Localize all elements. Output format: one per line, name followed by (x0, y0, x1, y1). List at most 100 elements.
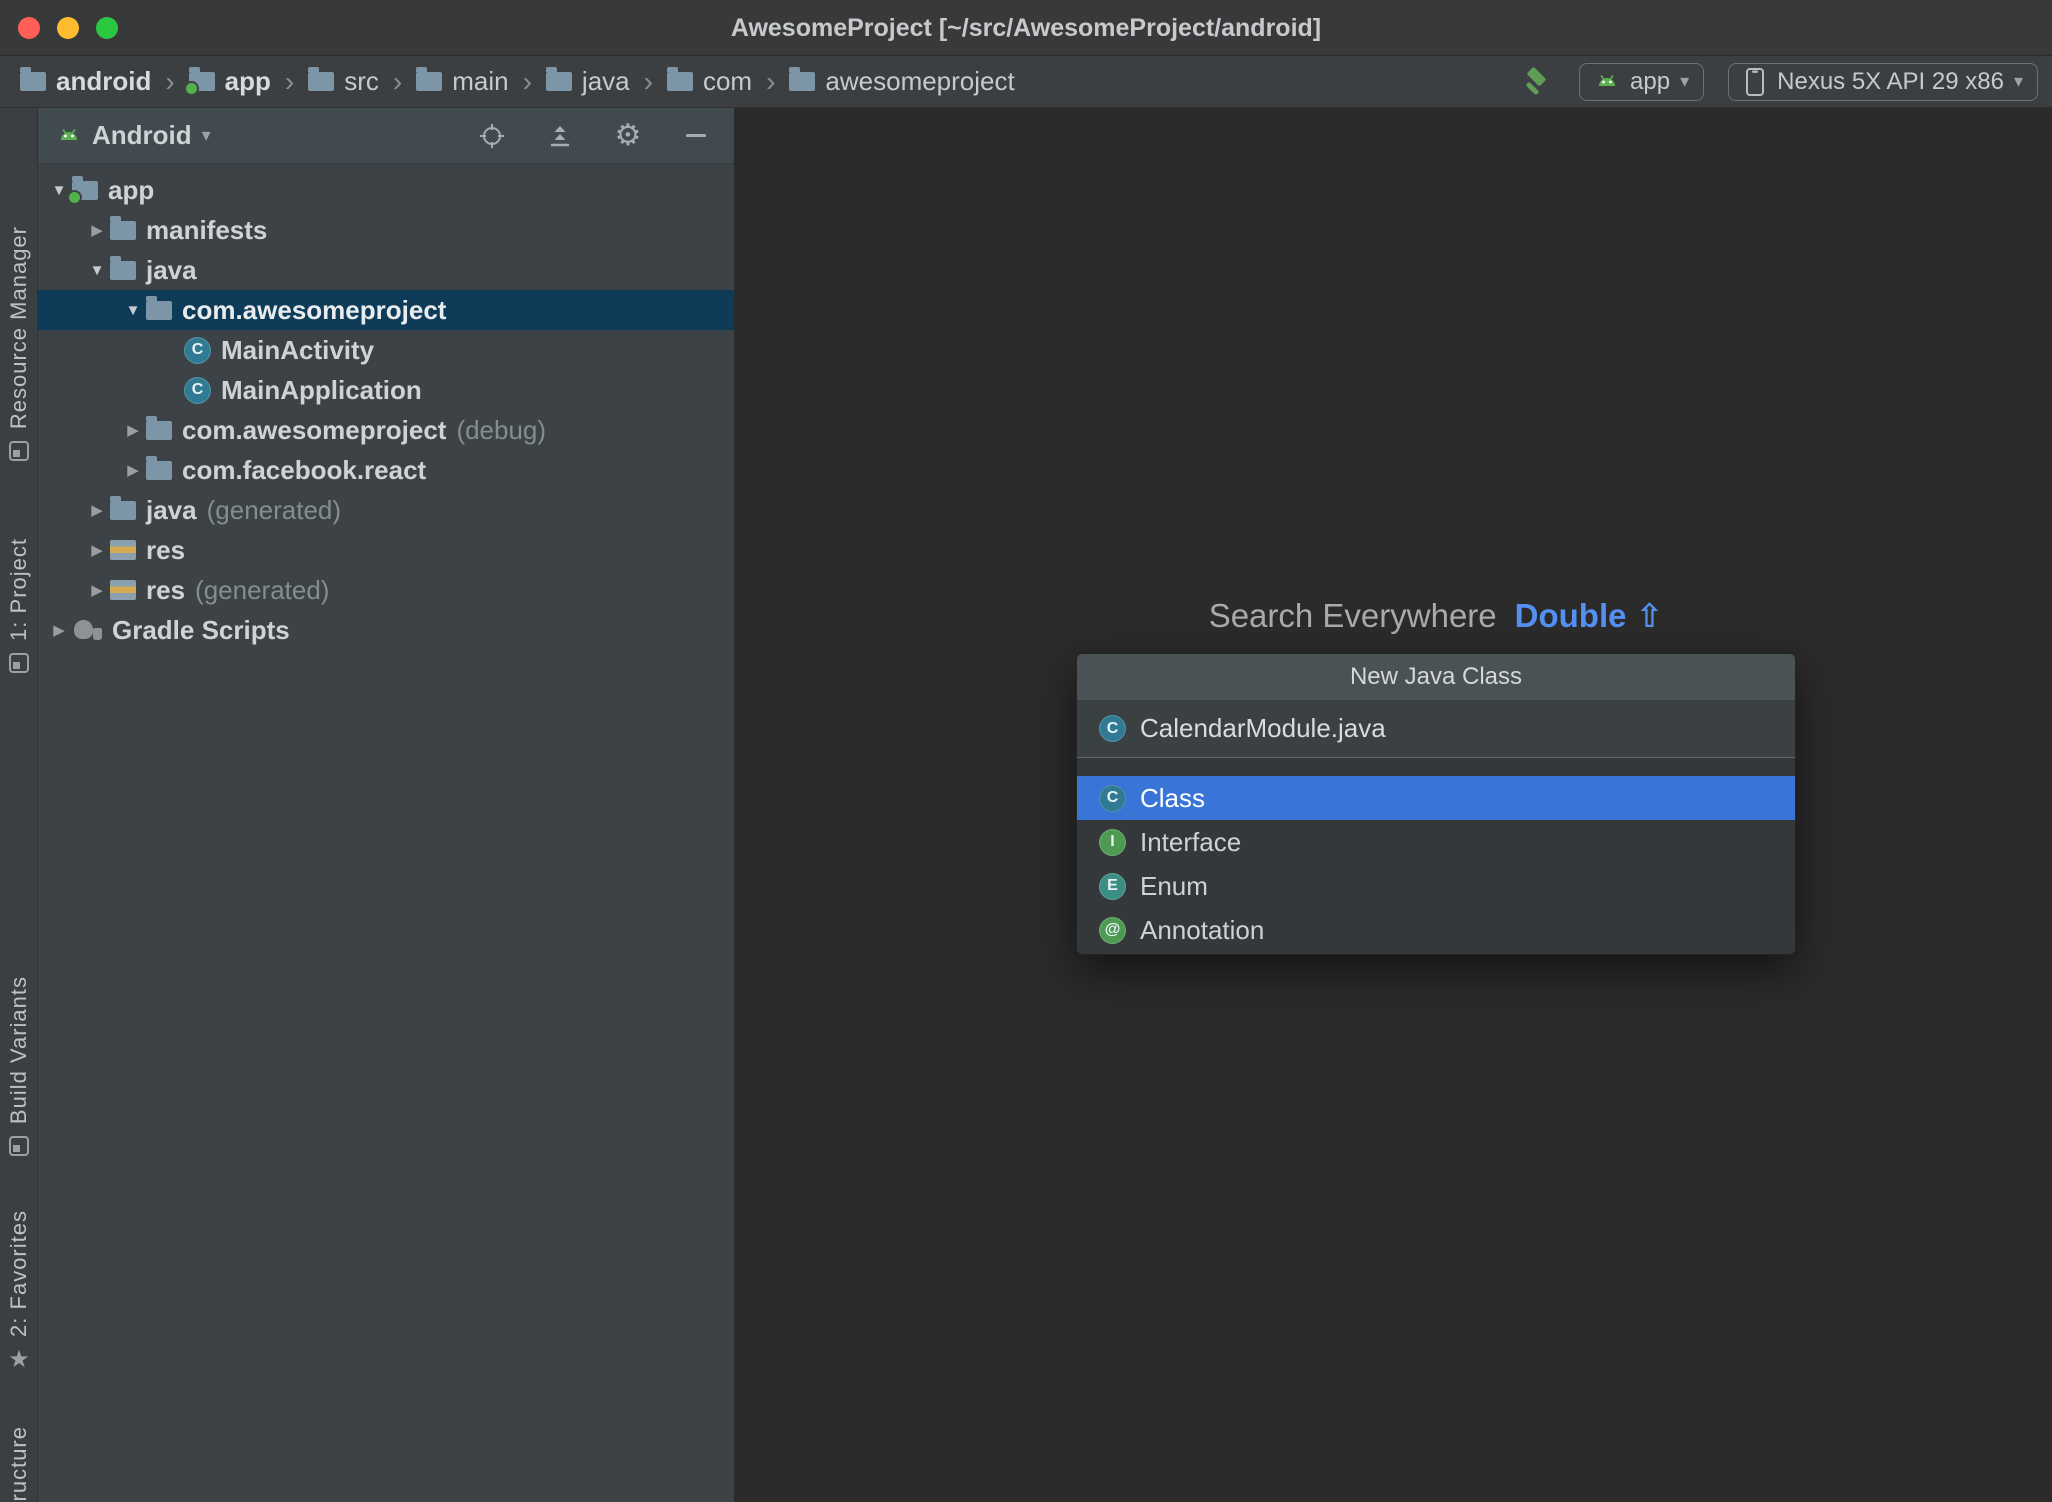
star-icon: ★ (8, 1345, 30, 1373)
tree-row-mainapplication[interactable]: ▶ C MainApplication (38, 370, 734, 410)
breadcrumb-separator-icon: › (522, 65, 532, 97)
chevron-collapsed-icon[interactable]: ▶ (120, 421, 146, 439)
titlebar: AwesomeProject [~/src/AwesomeProject/and… (0, 0, 2052, 56)
breadcrumb-separator-icon: › (392, 65, 403, 97)
breadcrumb-item-java[interactable]: java (545, 66, 630, 97)
project-view-selector[interactable]: Android ▾ (56, 120, 211, 151)
breadcrumb-separator-icon: › (165, 65, 175, 97)
minus-icon (686, 134, 706, 137)
tool-strip-label: 2: Favorites (6, 1210, 31, 1337)
tool-strip-item-project[interactable]: 1: Project (0, 538, 38, 673)
breadcrumb-item-com[interactable]: com (666, 66, 752, 97)
hint-shortcut: Double ⇧ (1514, 597, 1664, 634)
folder-icon (789, 67, 816, 91)
search-everywhere-hint: Search Everywhere Double ⇧ (1026, 596, 1846, 635)
breadcrumb-label: awesomeproject (825, 66, 1015, 96)
popup-title: New Java Class (1077, 654, 1795, 700)
kind-option-annotation[interactable]: @ Annotation (1077, 908, 1795, 952)
hint-text: Search Everywhere (1208, 597, 1497, 634)
build-hammer-button[interactable] (1515, 62, 1555, 102)
breadcrumb-item-android[interactable]: android (20, 66, 151, 97)
collapse-all-icon (551, 125, 569, 146)
breadcrumb-item-main[interactable]: main (416, 66, 509, 97)
tool-strip-item-favorites[interactable]: 2: Favorites ★ (0, 1210, 38, 1371)
tree-row-manifests[interactable]: ▶ manifests (38, 210, 734, 250)
breadcrumb-label: java (581, 66, 630, 96)
breadcrumb-label: app (224, 66, 271, 96)
kind-option-enum[interactable]: E Enum (1077, 864, 1795, 908)
chevron-collapsed-icon[interactable]: ▶ (84, 221, 110, 239)
tree-row-app[interactable]: ▼ app (38, 170, 734, 210)
chevron-expanded-icon[interactable]: ▼ (84, 262, 110, 279)
android-icon (61, 128, 77, 140)
tree-row-res[interactable]: ▶ res (38, 530, 734, 570)
kind-option-label: Class (1140, 782, 1206, 813)
device-selector[interactable]: Nexus 5X API 29 x86 ▾ (1728, 62, 2038, 101)
chevron-down-icon: ▾ (2013, 71, 2023, 91)
chevron-collapsed-icon[interactable]: ▶ (84, 501, 110, 519)
tree-item-label: com.awesomeproject (182, 294, 447, 325)
project-tree: ▼ app ▶ manifests ▼ java ▼ com.awesomepr… (38, 164, 734, 650)
tool-strip-item-structure[interactable]: 7: Structure (0, 1426, 38, 1502)
interface-icon: I (1099, 828, 1126, 856)
locate-file-button[interactable] (472, 116, 512, 156)
generated-sources-icon (110, 495, 136, 520)
chevron-collapsed-icon[interactable]: ▶ (84, 541, 110, 559)
tree-row-com-awesomeproject-debug[interactable]: ▶ com.awesomeproject (debug) (38, 410, 734, 450)
phone-icon (1746, 67, 1765, 96)
chevron-collapsed-icon[interactable]: ▶ (84, 581, 110, 599)
hide-panel-button[interactable] (676, 116, 716, 156)
chevron-collapsed-icon[interactable]: ▶ (46, 621, 72, 639)
tree-row-java-generated[interactable]: ▶ java (generated) (38, 490, 734, 530)
class-icon: C (1099, 784, 1126, 812)
target-icon (480, 123, 504, 148)
collapse-all-button[interactable] (540, 116, 580, 156)
kind-option-label: Interface (1140, 826, 1242, 857)
enum-icon: E (1099, 872, 1126, 900)
resource-manager-icon (9, 441, 29, 462)
chevron-down-icon: ▾ (201, 125, 211, 145)
settings-button[interactable]: ⚙ (608, 116, 648, 156)
run-toolbar: app ▾ Nexus 5X API 29 x86 ▾ (1515, 62, 2038, 102)
tree-item-label: res (146, 574, 186, 605)
run-configuration-selector[interactable]: app ▾ (1579, 62, 1705, 101)
breadcrumb-item-src[interactable]: src (308, 66, 379, 97)
tool-strip-item-resource-manager[interactable]: Resource Manager (0, 226, 38, 462)
class-icon: C (1099, 715, 1126, 742)
tree-row-gradle-scripts[interactable]: ▶ Gradle Scripts (38, 610, 734, 650)
project-panel-toolbar: ⚙ (472, 116, 716, 156)
tree-item-label: manifests (146, 214, 268, 245)
tree-row-java[interactable]: ▼ java (38, 250, 734, 290)
folder-icon (308, 67, 335, 91)
chevron-collapsed-icon[interactable]: ▶ (120, 461, 146, 479)
breadcrumb-label: android (56, 66, 152, 96)
tree-row-res-generated[interactable]: ▶ res (generated) (38, 570, 734, 610)
module-folder-icon (67, 175, 98, 205)
class-name-input[interactable]: C CalendarModule.java (1077, 700, 1795, 758)
tool-strip-label: 1: Project (6, 538, 31, 641)
tree-item-label: java (146, 494, 197, 525)
package-icon (146, 455, 172, 480)
folder-icon (416, 67, 443, 91)
tree-item-label: com.facebook.react (182, 454, 427, 485)
tree-item-label: MainApplication (221, 374, 422, 405)
tree-item-suffix: (debug) (456, 414, 547, 445)
breadcrumb-separator-icon: › (284, 65, 295, 97)
tree-row-mainactivity[interactable]: ▶ C MainActivity (38, 330, 734, 370)
breadcrumb-item-awesomeproject[interactable]: awesomeproject (789, 66, 1015, 97)
window-title: AwesomeProject [~/src/AwesomeProject/and… (730, 14, 1322, 42)
run-configuration-label: app (1630, 67, 1671, 95)
kind-option-interface[interactable]: I Interface (1077, 820, 1795, 864)
hammer-icon (1526, 67, 1546, 95)
folder-icon (545, 67, 572, 91)
tree-row-com-facebook-react[interactable]: ▶ com.facebook.react (38, 450, 734, 490)
kind-option-class[interactable]: C Class (1077, 776, 1795, 820)
breadcrumb-item-app[interactable]: app (183, 66, 271, 97)
kind-option-label: Annotation (1140, 914, 1265, 945)
module-folder-icon (183, 67, 215, 96)
project-view-label: Android (92, 120, 192, 150)
tree-row-com-awesomeproject[interactable]: ▼ com.awesomeproject (38, 290, 734, 330)
package-icon (146, 415, 172, 440)
chevron-expanded-icon[interactable]: ▼ (120, 302, 146, 319)
tool-strip-item-build-variants[interactable]: Build Variants (0, 976, 38, 1157)
